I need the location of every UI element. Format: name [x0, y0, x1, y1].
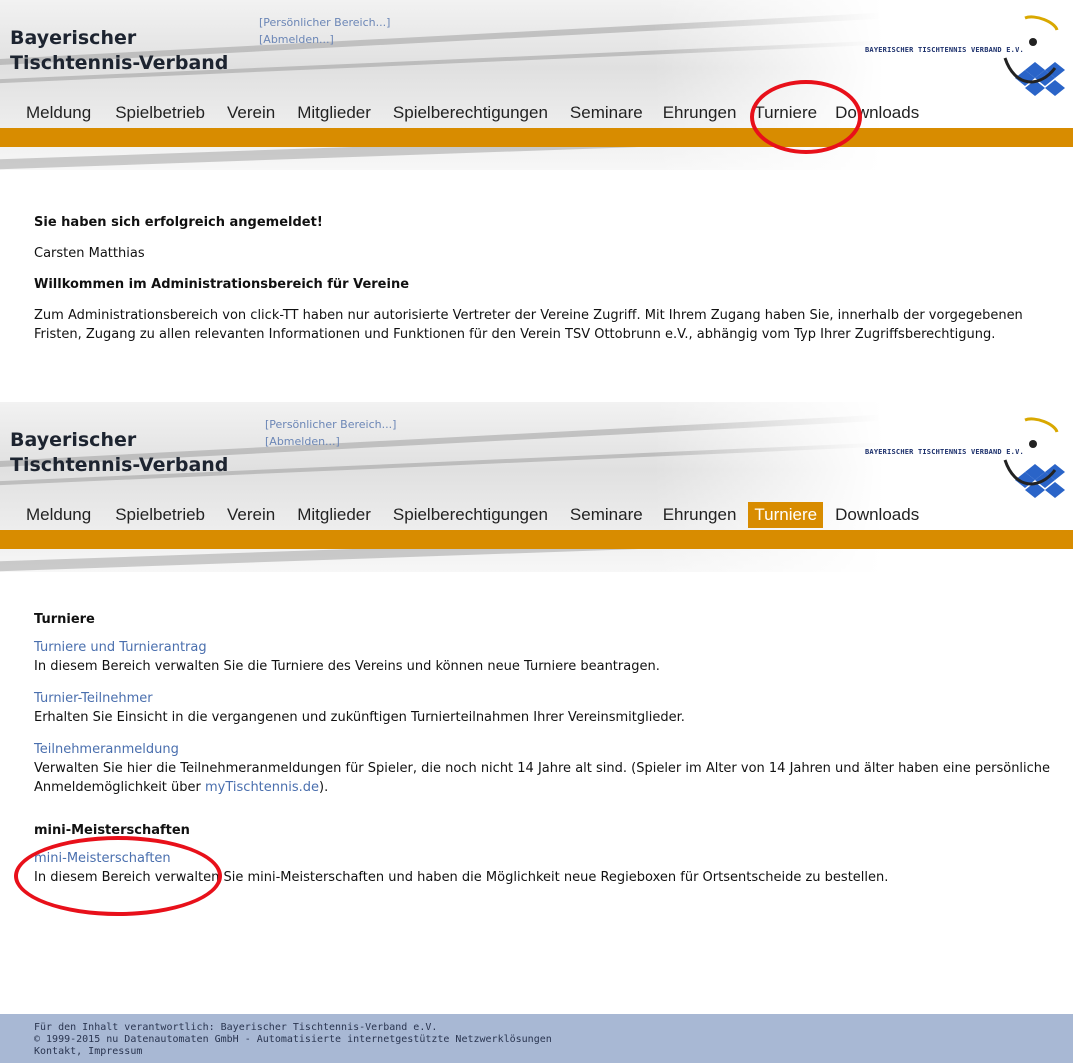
nav-item-mitglieder[interactable]: Mitglieder — [291, 100, 377, 126]
user-name: Carsten Matthias — [34, 246, 145, 261]
nav-underline-bar — [0, 530, 1073, 549]
logout-link[interactable]: [Abmelden...] — [265, 433, 396, 450]
footer-contact-links[interactable]: Kontakt, Impressum — [34, 1046, 1073, 1058]
nav-item-downloads[interactable]: Downloads — [829, 502, 925, 528]
page-footer: Für den Inhalt verantwortlich: Bayerisch… — [0, 1014, 1073, 1063]
link-turniere-und-turnierantrag[interactable]: Turniere und Turnierantrag — [34, 640, 207, 655]
desc-turnier-teilnehmer: Erhalten Sie Einsicht in die vergangenen… — [34, 710, 685, 725]
nav-item-seminare[interactable]: Seminare — [564, 502, 649, 528]
nav-item-turniere-active[interactable]: Turniere — [748, 502, 824, 528]
nav-item-ehrungen[interactable]: Ehrungen — [657, 502, 743, 528]
nav-item-spielberechtigungen[interactable]: Spielberechtigungen — [387, 502, 554, 528]
panel-separator — [0, 388, 1073, 402]
desc-teilnehmeranmeldung-text: Verwalten Sie hier die Teilnehmeranmeldu… — [34, 761, 1051, 795]
desc-teilnehmeranmeldung-end: ). — [319, 780, 329, 795]
personal-area-link[interactable]: [Persönlicher Bereich...] — [259, 14, 390, 31]
nav-item-ehrungen[interactable]: Ehrungen — [657, 100, 743, 126]
brand-title: Bayerischer Tischtennis-Verband — [10, 26, 228, 76]
personal-area-link[interactable]: [Persönlicher Bereich...] — [265, 416, 396, 433]
highlight-circle-turniere — [750, 80, 862, 154]
nav-item-mitglieder[interactable]: Mitglieder — [291, 502, 377, 528]
link-turnier-teilnehmer[interactable]: Turnier-Teilnehmer — [34, 691, 153, 706]
logo-text: BAYERISCHER TISCHTENNIS VERBAND E.V. — [865, 46, 1024, 54]
nav-item-meldung[interactable]: Meldung — [20, 502, 97, 528]
btv-logo: BAYERISCHER TISCHTENNIS VERBAND E.V. — [865, 8, 1065, 104]
nav-item-spielberechtigungen[interactable]: Spielberechtigungen — [387, 100, 554, 126]
top-content: Sie haben sich erfolgreich angemeldet! C… — [34, 213, 1054, 344]
logo-text: BAYERISCHER TISCHTENNIS VERBAND E.V. — [865, 448, 1024, 456]
brand-line-1: Bayerischer — [10, 429, 137, 451]
desc-turniere-und-turnierantrag: In diesem Bereich verwalten Sie die Turn… — [34, 659, 660, 674]
turniere-heading: Turniere — [34, 612, 95, 627]
nav-item-verein[interactable]: Verein — [221, 502, 281, 528]
nav-item-meldung[interactable]: Meldung — [20, 100, 97, 126]
login-success-heading: Sie haben sich erfolgreich angemeldet! — [34, 215, 323, 230]
highlight-circle-mini-meisterschaften — [14, 836, 222, 916]
brand-line-2: Tischtennis-Verband — [10, 52, 229, 74]
nav-item-spielbetrieb[interactable]: Spielbetrieb — [109, 502, 211, 528]
welcome-text: Zum Administrationsbereich von click-TT … — [34, 308, 1023, 342]
nav-item-spielbetrieb[interactable]: Spielbetrieb — [109, 100, 211, 126]
brand-title: Bayerischer Tischtennis-Verband — [10, 428, 228, 478]
brand-line-2: Tischtennis-Verband — [10, 454, 229, 476]
logo-graphic-icon — [1003, 417, 1065, 498]
footer-copyright: © 1999-2015 nu Datenautomaten GmbH - Aut… — [34, 1034, 552, 1045]
footer-responsibility: Für den Inhalt verantwortlich: Bayerisch… — [34, 1022, 438, 1033]
user-links: [Persönlicher Bereich...] [Abmelden...] — [259, 14, 390, 48]
nav-item-seminare[interactable]: Seminare — [564, 100, 649, 126]
btv-logo: BAYERISCHER TISCHTENNIS VERBAND E.V. — [865, 410, 1065, 506]
nav-underline-bar — [0, 128, 1073, 147]
main-nav: Meldung Spielbetrieb Verein Mitglieder S… — [20, 500, 943, 530]
brand-line-1: Bayerischer — [10, 27, 137, 49]
link-teilnehmeranmeldung[interactable]: Teilnehmeranmeldung — [34, 742, 179, 757]
user-links: [Persönlicher Bereich...] [Abmelden...] — [265, 416, 396, 450]
bottom-screenshot-panel: Bayerischer Tischtennis-Verband [Persönl… — [0, 402, 1073, 1063]
nav-item-verein[interactable]: Verein — [221, 100, 281, 126]
welcome-heading: Willkommen im Administrationsbereich für… — [34, 277, 410, 292]
logout-link[interactable]: [Abmelden...] — [259, 31, 390, 48]
link-mytischtennis[interactable]: myTischtennis.de — [205, 780, 319, 795]
top-screenshot-panel: Bayerischer Tischtennis-Verband [Persönl… — [0, 0, 1073, 388]
mini-meisterschaften-heading: mini-Meisterschaften — [34, 823, 190, 838]
desc-teilnehmeranmeldung: Verwalten Sie hier die Teilnehmeranmeldu… — [34, 759, 1054, 797]
logo-graphic-icon — [1003, 15, 1065, 96]
